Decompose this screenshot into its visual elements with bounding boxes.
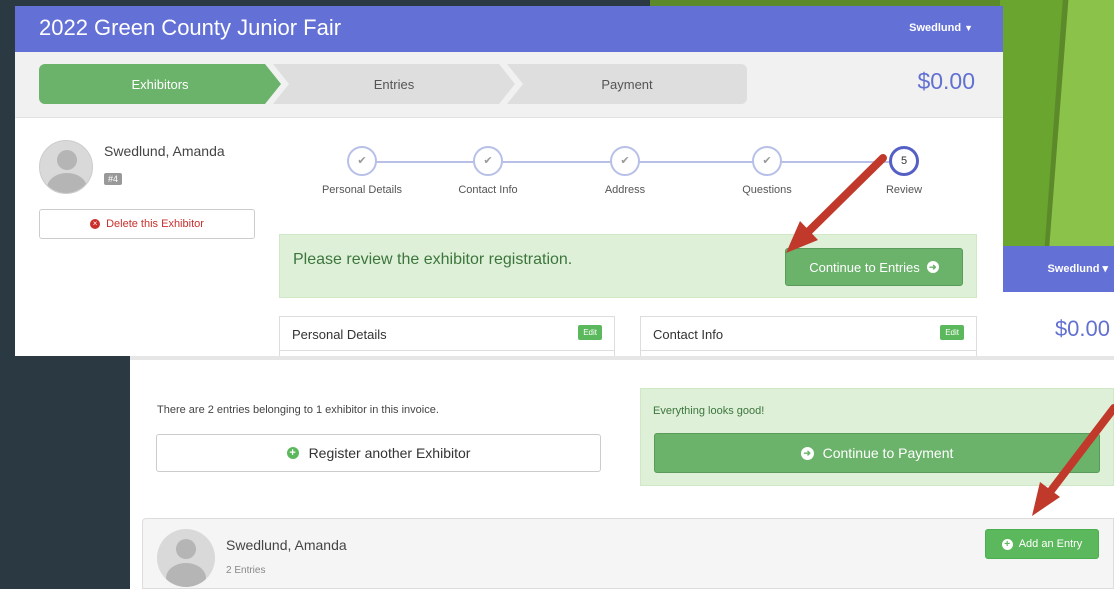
caret-down-icon: ▼ <box>964 23 973 33</box>
entry-count: 2 Entries <box>226 565 266 576</box>
step-entries[interactable]: Entries <box>273 64 515 104</box>
panel-title: Personal Details <box>292 327 387 342</box>
exhibitor-review-window: 2022 Green County Junior Fair Swedlund ▼ … <box>15 6 1003 356</box>
check-icon: ✔ <box>347 146 377 176</box>
continue-entries-label: Continue to Entries <box>809 259 920 275</box>
wizard-step-contact-info[interactable]: ✔ Contact Info <box>423 146 553 196</box>
check-icon: ✔ <box>752 146 782 176</box>
register-label: Register another Exhibitor <box>308 445 471 461</box>
cart-total: $0.00 <box>917 68 975 94</box>
check-icon: ✔ <box>473 146 503 176</box>
wizard-step-review[interactable]: 5 Review <box>839 146 969 196</box>
plus-icon: + <box>1001 538 1013 550</box>
add-entry-button[interactable]: + Add an Entry <box>985 529 1099 559</box>
status-alert: Everything looks good! ➜ Continue to Pay… <box>640 388 1114 486</box>
user-menu[interactable]: Swedlund ▼ <box>909 22 973 34</box>
remove-icon: × <box>90 219 101 229</box>
contact-info-panel: Contact Info Edit <box>640 316 977 356</box>
exhibitor-name: Swedlund, Amanda <box>226 537 347 553</box>
panel-title: Contact Info <box>653 327 724 342</box>
wizard-step-label: Questions <box>742 184 792 196</box>
register-another-exhibitor-button[interactable]: + Register another Exhibitor <box>156 434 601 472</box>
continue-to-payment-button[interactable]: ➜ Continue to Payment <box>654 433 1100 473</box>
invoice-summary: There are 2 entries belonging to 1 exhib… <box>157 404 439 416</box>
edit-personal-details-button[interactable]: Edit <box>578 325 602 340</box>
avatar <box>39 140 93 194</box>
step-number-icon: 5 <box>889 146 919 176</box>
checkout-steps: Exhibitors Entries Payment $0.00 <box>15 52 1003 118</box>
check-icon: ✔ <box>610 146 640 176</box>
avatar <box>157 529 215 587</box>
step-exhibitors[interactable]: Exhibitors <box>39 64 281 104</box>
panel-header: Contact Info Edit <box>641 317 976 351</box>
plus-icon: + <box>286 447 299 459</box>
continue-payment-label: Continue to Payment <box>822 445 954 461</box>
background-header: Swedlund ▾ <box>1002 246 1114 292</box>
exhibitor-number-badge: #4 <box>104 173 123 185</box>
add-entry-label: Add an Entry <box>1018 538 1083 550</box>
background-user-menu[interactable]: Swedlund ▾ <box>1047 262 1108 275</box>
wizard-step-address[interactable]: ✔ Address <box>560 146 690 196</box>
step-payment[interactable]: Payment <box>507 64 747 104</box>
exhibitor-profile: Swedlund, Amanda #4 <box>39 140 225 194</box>
entries-window: There are 2 entries belonging to 1 exhib… <box>130 360 1114 589</box>
background-body: $0.00 <box>1002 292 1114 362</box>
exhibitor-name: Swedlund, Amanda <box>104 143 225 159</box>
app-header: 2022 Green County Junior Fair Swedlund ▼ <box>15 6 1003 52</box>
registration-wizard: ✔ Personal Details ✔ Contact Info ✔ Addr… <box>285 146 965 206</box>
user-name: Swedlund <box>909 22 962 34</box>
panel-header: Personal Details Edit <box>280 317 614 351</box>
status-message: Everything looks good! <box>653 405 765 417</box>
review-alert: Please review the exhibitor registration… <box>279 234 977 298</box>
wizard-step-questions[interactable]: ✔ Questions <box>702 146 832 196</box>
background-total: $0.00 <box>1054 316 1110 341</box>
delete-exhibitor-button[interactable]: × Delete this Exhibitor <box>39 209 255 239</box>
wizard-step-label: Address <box>604 184 646 196</box>
review-message: Please review the exhibitor registration… <box>293 251 573 268</box>
wizard-step-label: Review <box>885 184 923 196</box>
arrow-right-icon: ➜ <box>800 446 814 460</box>
edit-contact-info-button[interactable]: Edit <box>940 325 964 340</box>
wizard-step-personal-details[interactable]: ✔ Personal Details <box>297 146 427 196</box>
arrow-right-icon: ➜ <box>926 261 939 273</box>
exhibitor-row: Swedlund, Amanda 2 Entries + Add an Entr… <box>142 518 1114 589</box>
continue-to-entries-button[interactable]: Continue to Entries ➜ <box>785 248 963 286</box>
wizard-step-label: Contact Info <box>458 184 518 196</box>
wizard-step-label: Personal Details <box>321 184 403 196</box>
personal-details-panel: Personal Details Edit <box>279 316 615 356</box>
app-title: 2022 Green County Junior Fair <box>39 15 342 40</box>
delete-exhibitor-label: Delete this Exhibitor <box>106 218 204 230</box>
